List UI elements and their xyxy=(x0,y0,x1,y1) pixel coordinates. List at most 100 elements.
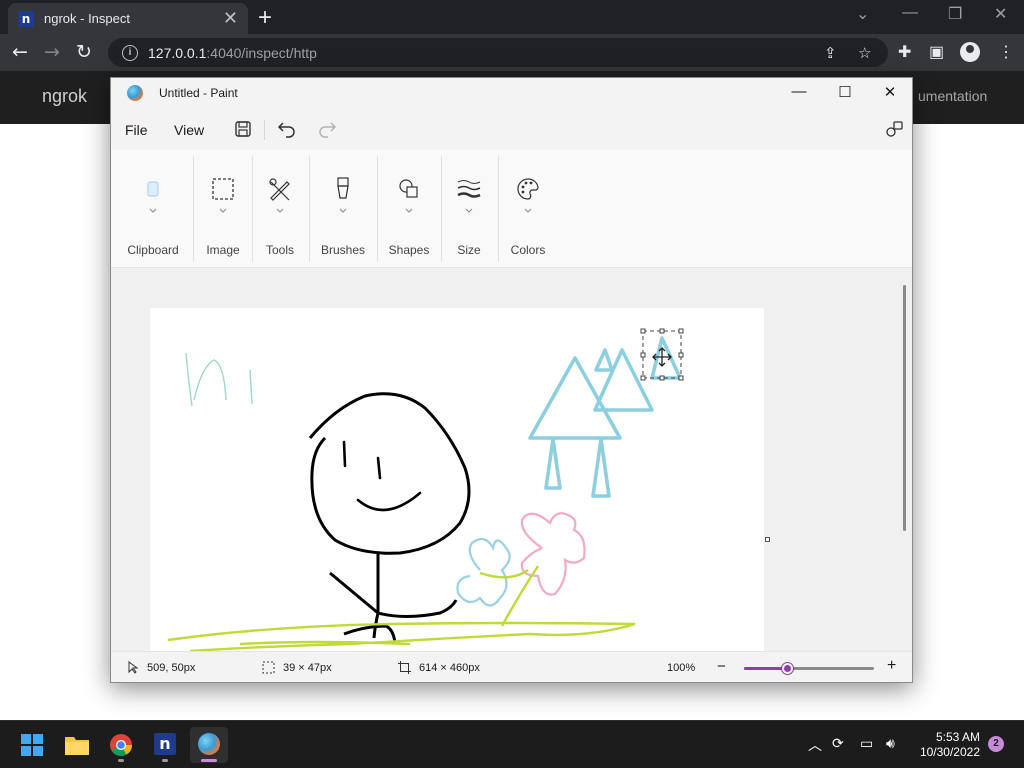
canvas-area[interactable] xyxy=(111,268,912,651)
file-menu[interactable]: File xyxy=(125,122,148,138)
paint-taskbar-icon xyxy=(198,733,220,755)
drawing[interactable] xyxy=(150,308,764,651)
restore-browser-button[interactable]: ❐ xyxy=(948,4,962,24)
tree-large xyxy=(528,356,622,498)
extensions-icon[interactable]: ✚ xyxy=(898,42,911,62)
chrome-taskbar[interactable] xyxy=(102,727,140,763)
brushes-group[interactable]: Brushes xyxy=(309,150,377,268)
zoom-in-button[interactable]: + xyxy=(887,657,896,675)
url-path: :4040/inspect/http xyxy=(206,44,317,61)
url-host: 127.0.0.1 xyxy=(148,44,207,61)
reload-button[interactable]: ↻ xyxy=(76,41,92,63)
forward-button[interactable]: → xyxy=(44,41,60,63)
browser-menu-icon[interactable]: ⋮ xyxy=(998,42,1014,62)
sync-icon[interactable]: ⟳ xyxy=(832,735,844,752)
profile-avatar-icon[interactable] xyxy=(960,42,980,62)
ngrok-taskbar[interactable]: n xyxy=(146,727,184,763)
system-clock[interactable]: 5:53 AM 10/30/2022 xyxy=(914,730,980,760)
minimize-browser-button[interactable]: — xyxy=(902,4,918,22)
zoom-out-button[interactable]: − xyxy=(717,658,726,675)
face xyxy=(342,440,422,512)
drawing-canvas[interactable] xyxy=(150,308,764,651)
ngrok-favicon: n xyxy=(18,10,34,27)
settings-icon[interactable] xyxy=(884,119,904,139)
tools-pencil-icon xyxy=(269,178,290,201)
blue-flower xyxy=(456,537,511,607)
active-indicator xyxy=(201,759,217,762)
vertical-scrollbar[interactable] xyxy=(903,285,906,531)
selection-size: 39 × 47px xyxy=(283,662,332,674)
windows-taskbar: n ︿ ⟳ ▭ 🔊︎ 5:53 AM 10/30/2022 xyxy=(0,720,1024,768)
display-icon[interactable]: ▭ xyxy=(860,735,873,752)
pink-flower xyxy=(520,512,586,596)
paint-ribbon: Clipboard Image Tools Brushes Shapes Siz… xyxy=(111,150,912,268)
close-button[interactable]: ✕ xyxy=(867,83,913,105)
minimize-button[interactable]: — xyxy=(776,83,822,105)
palette-icon xyxy=(517,178,539,200)
chevron-down-icon xyxy=(405,208,413,213)
canvas-size-icon xyxy=(398,661,411,674)
notification-badge[interactable]: 2 xyxy=(988,736,1004,752)
window-title: Untitled - Paint xyxy=(159,86,238,100)
pointer-icon xyxy=(128,661,139,674)
side-panel-icon[interactable]: ▣ xyxy=(929,42,944,62)
documentation-link[interactable]: umentation xyxy=(918,88,987,104)
show-hidden-icons-chevron-icon[interactable]: ︿ xyxy=(808,735,822,755)
shapes-icon xyxy=(399,179,418,198)
cursor-position: 509, 50px xyxy=(147,662,196,674)
volume-icon[interactable]: 🔊︎ xyxy=(886,735,895,752)
tools-label: Tools xyxy=(265,243,294,257)
windows-logo-icon xyxy=(21,734,43,756)
browser-tab-strip: n ngrok - Inspect ✕ + ⌄ — ❐ ✕ xyxy=(0,0,1024,34)
chevron-down-icon xyxy=(524,208,532,213)
bookmark-star-icon[interactable]: ☆ xyxy=(858,44,871,62)
paint-taskbar[interactable] xyxy=(190,727,228,763)
shapes-label: Shapes xyxy=(388,243,430,257)
close-tab-icon[interactable]: ✕ xyxy=(223,8,238,29)
image-label: Image xyxy=(206,243,240,257)
head xyxy=(308,392,471,555)
tab-title: ngrok - Inspect xyxy=(44,11,130,26)
size-group[interactable]: Size xyxy=(441,150,497,268)
chevron-down-icon xyxy=(149,208,157,213)
canvas-size: 614 × 460px xyxy=(419,662,480,674)
shapes-group[interactable]: Shapes xyxy=(377,150,441,268)
tools-group[interactable]: Tools xyxy=(252,150,308,268)
clipboard-icon xyxy=(147,181,159,197)
paint-window: Untitled - Paint — ☐ ✕ File View Clipboa… xyxy=(110,77,913,683)
clock-date: 10/30/2022 xyxy=(919,745,980,759)
share-icon[interactable]: ⇪ xyxy=(824,44,837,62)
stroke-size-icon xyxy=(457,180,481,198)
brush-icon xyxy=(337,177,349,199)
site-info-icon[interactable]: i xyxy=(122,44,138,61)
address-bar[interactable]: i 127.0.0.1 :4040/inspect/http ⇪ ☆ xyxy=(108,38,888,67)
maximize-button[interactable]: ☐ xyxy=(822,83,868,105)
clock-time: 5:53 AM xyxy=(935,730,980,744)
ngrok-app-icon: n xyxy=(154,733,176,755)
view-menu[interactable]: View xyxy=(174,122,204,138)
ngrok-logo[interactable]: ngrok xyxy=(42,86,87,107)
ribbon-separator xyxy=(193,156,194,262)
folder-icon xyxy=(65,737,89,755)
tab-search-icon[interactable]: ⌄ xyxy=(856,4,869,24)
redo-icon[interactable] xyxy=(317,119,337,139)
start-button[interactable] xyxy=(13,727,51,763)
image-group[interactable]: Image xyxy=(195,150,251,268)
save-icon[interactable] xyxy=(233,119,253,139)
paint-app-icon xyxy=(127,85,143,101)
back-button[interactable]: ← xyxy=(12,41,28,63)
paint-titlebar[interactable]: Untitled - Paint — ☐ ✕ xyxy=(111,78,912,110)
canvas-resize-handle[interactable] xyxy=(765,537,770,542)
file-explorer-taskbar[interactable] xyxy=(58,727,96,763)
body xyxy=(329,554,458,645)
colors-group[interactable]: Colors xyxy=(498,150,558,268)
brushes-label: Brushes xyxy=(320,243,366,257)
undo-icon[interactable] xyxy=(277,119,297,139)
zoom-slider-thumb[interactable] xyxy=(781,663,793,674)
clipboard-group[interactable]: Clipboard xyxy=(119,150,187,268)
grass xyxy=(167,621,636,651)
browser-tab[interactable]: n ngrok - Inspect ✕ xyxy=(8,3,248,34)
new-tab-button[interactable]: + xyxy=(258,4,272,32)
close-browser-button[interactable]: ✕ xyxy=(994,4,1007,24)
zoom-slider[interactable] xyxy=(744,663,874,674)
